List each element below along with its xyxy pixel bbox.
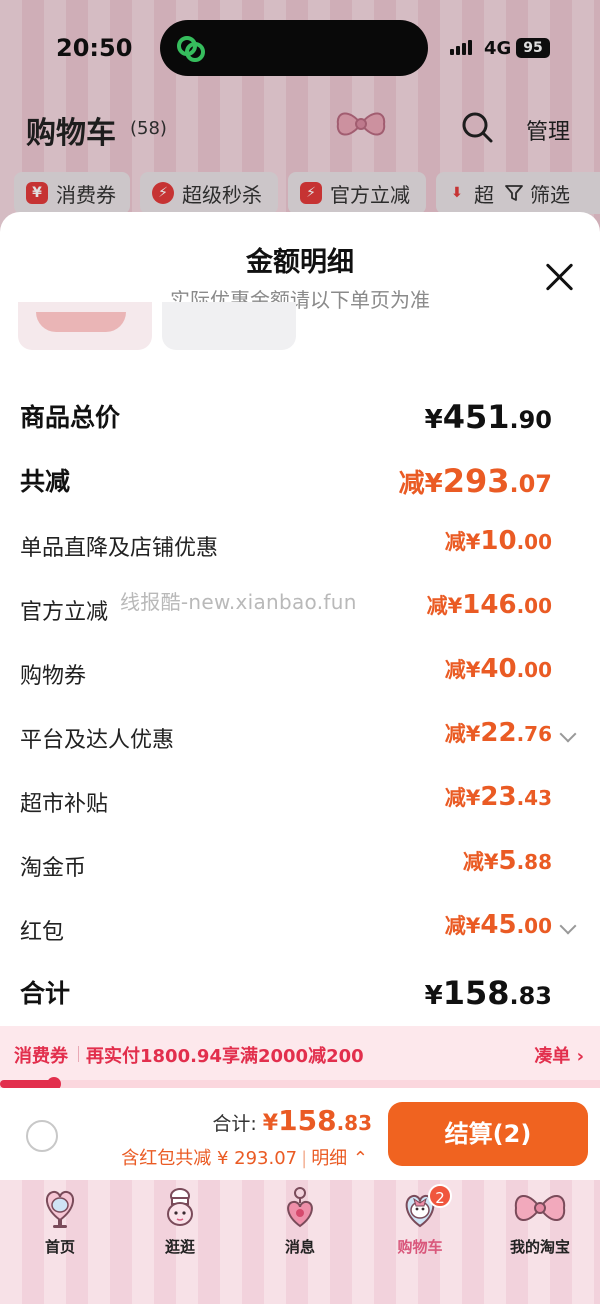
row-goods-total: 商品总价 ¥451.90 [0, 392, 600, 456]
row-amount: 减¥10.00 [444, 526, 552, 556]
divider [78, 1046, 79, 1062]
row-supermarket-subsidy: 超市补贴 减¥23.43 [0, 776, 600, 840]
row-label: 超市补贴 [20, 792, 109, 817]
cart-badge: 2 [428, 1184, 452, 1208]
row-label: 商品总价 [20, 403, 121, 432]
discount-summary[interactable]: 含红包共减 ¥ 293.07 | 明细 ⌃ [121, 1144, 368, 1170]
tab-label: 消息 [284, 1238, 315, 1256]
chevron-down-icon[interactable] [559, 917, 577, 935]
coupon-progress-bar [0, 1077, 600, 1091]
row-amount: 减¥293.07 [398, 462, 552, 500]
row-label: 单品直降及店铺优惠 [20, 536, 219, 561]
row-grand-total: 合计 ¥158.83 [0, 968, 600, 1032]
coupon-promo-bar[interactable]: 消费券 再实付1800.94享满2000减200 凑单 › [0, 1026, 600, 1082]
progress-fill [0, 1080, 54, 1088]
row-label: 淘金币 [20, 856, 87, 881]
row-red-packet[interactable]: 红包 减¥45.00 [0, 904, 600, 968]
add-on-link[interactable]: 凑单 › [534, 1042, 584, 1068]
row-platform-discount[interactable]: 平台及达人优惠 减¥22.76 [0, 712, 600, 776]
row-amount: 减¥5.88 [462, 846, 552, 876]
tab-cart[interactable]: 2 购物车 [360, 1184, 480, 1264]
close-icon[interactable] [544, 262, 574, 292]
row-label: 合计 [20, 979, 71, 1008]
mirror-heart-icon [46, 1190, 74, 1228]
watermark-text: 线报酷-new.xianbao.fun [120, 590, 357, 614]
row-label: 平台及达人优惠 [20, 728, 175, 753]
checkout-button[interactable]: 结算(2) [388, 1102, 588, 1166]
row-taojinbi: 淘金币 减¥5.88 [0, 840, 600, 904]
row-amount: 减¥45.00 [444, 910, 552, 940]
coupon-tag: 消费券 [14, 1046, 68, 1067]
row-amount: 减¥146.00 [426, 590, 552, 620]
row-total-discount: 共减 减¥293.07 [0, 456, 600, 520]
row-shopping-coupon: 购物券 减¥40.00 [0, 648, 600, 712]
sheet-title: 金额明细 [246, 247, 354, 278]
tab-label: 首页 [44, 1238, 75, 1256]
product-thumbnail[interactable] [162, 302, 296, 350]
row-amount: ¥451.90 [424, 398, 552, 436]
product-thumbnail[interactable] [18, 302, 152, 350]
row-amount: 减¥22.76 [444, 718, 552, 748]
row-label: 红包 [20, 920, 65, 945]
tab-label: 我的淘宝 [509, 1238, 570, 1256]
tab-discover[interactable]: 逛逛 [120, 1184, 240, 1264]
detail-link[interactable]: 明细 ⌃ [311, 1148, 368, 1169]
chevron-down-icon[interactable] [559, 725, 577, 743]
tab-messages[interactable]: 消息 [240, 1184, 360, 1264]
row-amount: 减¥23.43 [444, 782, 552, 812]
tab-home[interactable]: 首页 [0, 1184, 120, 1264]
bottom-tab-bar: 首页 逛逛 消息 2 购物车 我的淘宝 [0, 1180, 600, 1304]
row-label: 共减 [20, 467, 71, 496]
heart-keychain-icon [287, 1187, 313, 1228]
bow-icon [514, 1195, 566, 1221]
tab-my-taobao[interactable]: 我的淘宝 [480, 1184, 600, 1264]
product-thumbnail-strip[interactable] [18, 302, 308, 350]
row-label: 购物券 [20, 664, 87, 689]
total-price: 合计: ¥158.83 [212, 1104, 372, 1137]
checkout-bar: 合计: ¥158.83 含红包共减 ¥ 293.07 | 明细 ⌃ 结算(2) [0, 1088, 600, 1180]
row-amount: ¥158.83 [424, 974, 552, 1012]
row-label: 官方立减 [20, 600, 109, 625]
tab-label: 逛逛 [164, 1238, 195, 1256]
bunny-chef-icon [167, 1188, 193, 1226]
discount-summary-text: 含红包共减 ¥ 293.07 [121, 1148, 298, 1169]
row-amount: 减¥40.00 [444, 654, 552, 684]
select-all-checkbox[interactable] [26, 1120, 58, 1152]
tab-label: 购物车 [397, 1238, 443, 1256]
row-item-store-discount: 单品直降及店铺优惠 减¥10.00 [0, 520, 600, 584]
coupon-text: 再实付1800.94享满2000减200 [86, 1046, 364, 1067]
